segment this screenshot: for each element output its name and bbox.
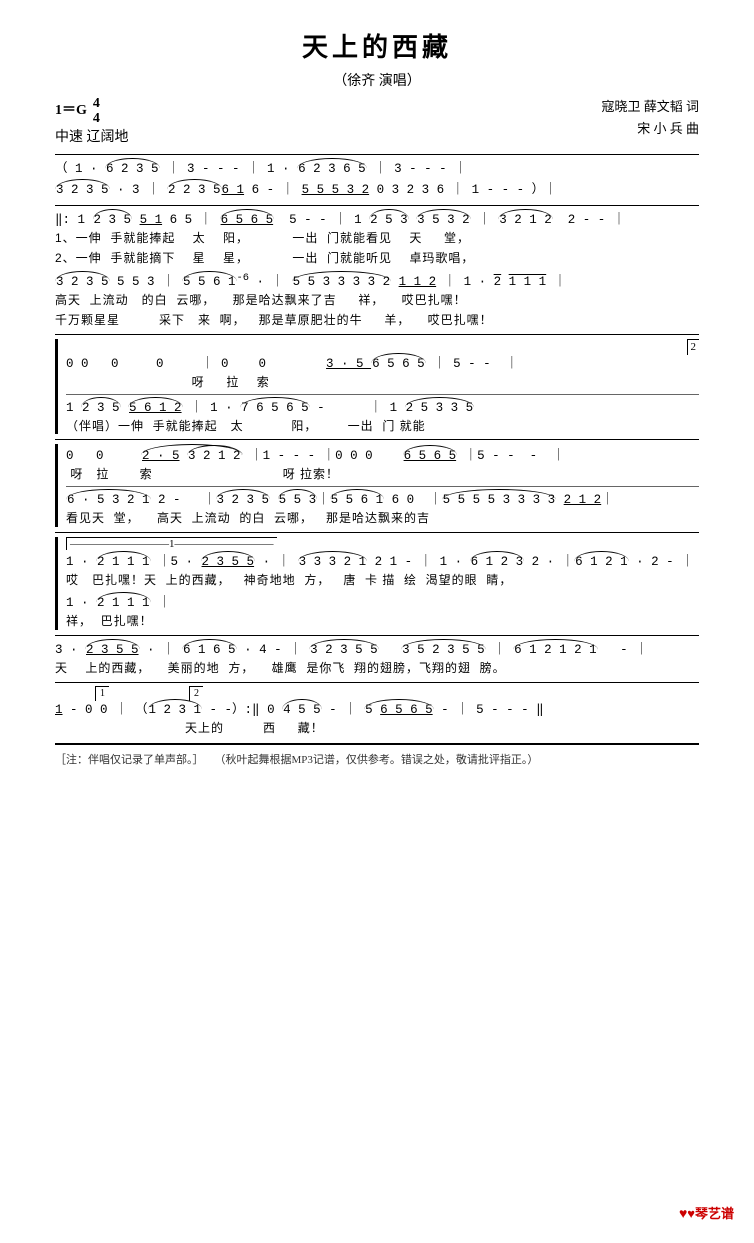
key-tempo: 1＝G 4 4 中速 辽阔地 <box>55 96 129 149</box>
chorus-main-music: 1 · 2 1 1 1 ｜5 · 2 3 5 5 · ｜ 3 3 3 2 1 2… <box>66 551 699 572</box>
finale-lyric-1: 天 上的西藏， 美丽的地 方， 雄鹰 是你飞 翔的翅膀，飞翔的翅 膀。 <box>55 660 699 677</box>
verse-lyric-2a: 高天 上流动 的白 云哪， 那是哈达飘来了吉 祥， 哎巴扎嘿！ <box>55 292 699 309</box>
chorus1-top: 0 0 2 · 5 3 2 1 2 ｜1 - - - ｜0 0 0 6 5 6 … <box>66 444 699 466</box>
chorus-coda-lyric: 祥， 巴扎嘿！ <box>66 613 699 630</box>
chorus-main-lyric: 哎 巴扎嘿！天 上的西藏， 神奇地地 方， 唐 卡 描 绘 渴望的眼 睛， <box>66 572 699 589</box>
finale-music-2: 1 - 0 0 ｜ （1 2 3 1 - -）:‖ 0 4 5 5 - ｜ 5 … <box>55 699 699 720</box>
bridge-top-lyric: 呀 拉 索 <box>66 374 699 391</box>
bridge-section: 2 0 0 0 0 ｜ 0 0 3 · 5 6 5 6 5 ｜ 5 - - ｜ … <box>55 339 699 435</box>
verse-music-1: ‖: 1 2 3 5 5 1 6 5 ｜ 6 5 6 5 5 - - ｜ 1 2… <box>55 209 699 230</box>
verse-block-2: 3 2 3 5 5 5 3 ｜ 5 5 6 1-6 · ｜ 5 5 3 3 3 … <box>55 270 699 329</box>
finale-music-1: 3 · 2 3 5 5 · ｜ 6 1 6 5 · 4 - ｜ 3 2 3 5 … <box>55 639 699 660</box>
subtitle: （徐齐 演唱） <box>55 72 699 92</box>
intro-line2: 3 2 3 5 · 3 ｜ 2 2 3 56 1 6 - ｜ 5 5 5 3 2… <box>55 179 699 200</box>
bridge-top-music: 0 0 0 0 ｜ 0 0 3 · 5 6 5 6 5 ｜ 5 - - ｜ <box>66 353 699 374</box>
site-logo: ♥♥琴艺谱 <box>679 1205 734 1225</box>
chorus1-bottom-lyric: 看见天 堂， 高天 上流动 的白 云哪， 那是哈达飘来的吉 <box>66 510 699 527</box>
footer-notes: ［注：伴唱仅记录了单声部。］ （秋叶起舞根据MP3记谱，仅供参考。错误之处，敬请… <box>55 753 699 768</box>
finale-end: 1 2 1 - 0 0 ｜ （1 2 3 1 - -）:‖ 0 4 5 5 - … <box>55 686 699 737</box>
verse-lyric-1b: 2、一伸 手就能摘下 星 星， 一出 门就能听见 卓玛歌唱， <box>55 250 699 267</box>
finale-verse: 3 · 2 3 5 5 · ｜ 6 1 6 5 · 4 - ｜ 3 2 3 5 … <box>55 639 699 677</box>
bridge-bottom-music: 1 2 3 5 5 6 1 2 ｜ 1 · 7 6 5 6 5 - ｜ 1 2 … <box>66 397 699 418</box>
chorus-block-1: 0 0 2 · 5 3 2 1 2 ｜1 - - - ｜0 0 0 6 5 6 … <box>55 444 699 527</box>
verse-lyric-1a: 1、一伸 手就能捧起 太 阳， 一出 门就能看见 天 堂， <box>55 230 699 247</box>
finale-lyric-2: 天上的 西 藏！ <box>55 720 699 737</box>
verse-lyric-2b: 千万颗星星 采下 来 啊， 那是草原肥壮的牛 羊， 哎巴扎嘿！ <box>55 312 699 329</box>
time-sig: 4 4 <box>93 96 100 127</box>
chorus1-bottom: 6 · 5 3 2 1 2 - ｜3 2 3 5 5 5 3｜5 5 6 1 6… <box>66 489 699 510</box>
bridge-bottom-lyric: （伴唱）一伸 手就能捧起 太 阳， 一出 门 就能 <box>66 418 699 435</box>
verse-block: ‖: 1 2 3 5 5 1 6 5 ｜ 6 5 6 5 5 - - ｜ 1 2… <box>55 209 699 267</box>
chorus1-top-lyric: 呀 拉 索 呀 拉索！ <box>66 466 699 483</box>
chorus-main: —————————1————————— 1 · 2 1 1 1 ｜5 · 2 3… <box>55 537 699 630</box>
verse-music-2: 3 2 3 5 5 5 3 ｜ 5 5 6 1-6 · ｜ 5 5 3 3 3 … <box>55 270 699 292</box>
page-title: 天上的西藏 <box>55 30 699 66</box>
key-sig: 1＝G <box>55 100 87 122</box>
credits: 寇晓卫 薛文韬 词 宋 小 兵 曲 <box>601 96 699 140</box>
chorus-coda-music: 1 · 2 1 1 1 ｜ <box>66 592 699 613</box>
intro-line1: （ 1 · 6 2 3 5 ｜ 3 - - - ｜ 1 · 6 2 3 6 5 … <box>55 158 699 179</box>
tempo-marking: 中速 辽阔地 <box>55 127 129 149</box>
intro-block: （ 1 · 6 2 3 5 ｜ 3 - - - ｜ 1 · 6 2 3 6 5 … <box>55 158 699 200</box>
